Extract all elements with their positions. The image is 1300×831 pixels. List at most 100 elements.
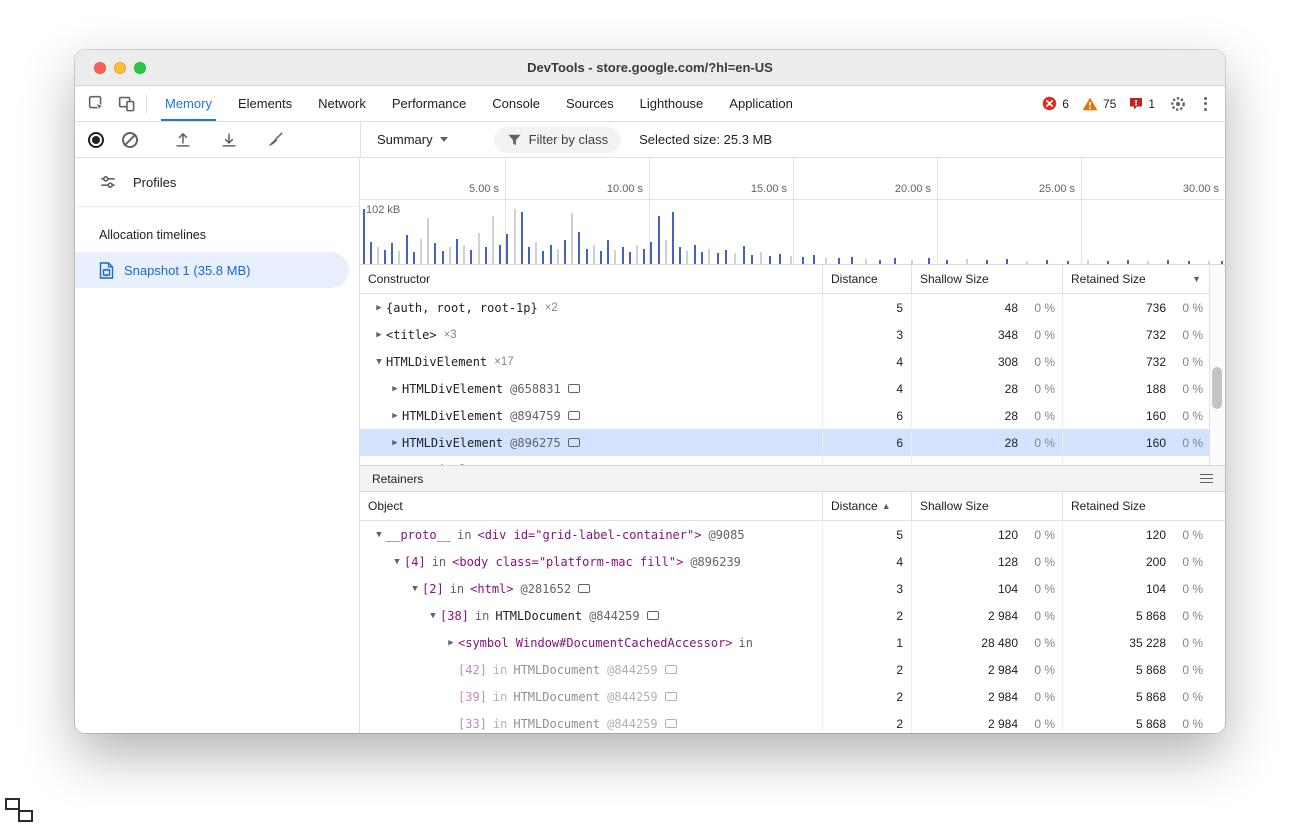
column-header-shallow-size[interactable]: Shallow Size — [911, 492, 1062, 520]
constructor-cell: ▶{auth, root, root-1p}×2 — [360, 294, 822, 321]
expanded-arrow-icon[interactable]: ▼ — [372, 357, 386, 367]
tab-performance[interactable]: Performance — [379, 86, 479, 121]
retainers-menu-button[interactable] — [1200, 474, 1213, 484]
reveal-icon[interactable] — [568, 411, 580, 420]
timeline-bar — [1087, 260, 1089, 264]
issues-counter[interactable]: 1 — [1124, 97, 1160, 111]
retainer-row[interactable]: ▼[2]in<html>@28165231040 %1040 % — [360, 575, 1210, 602]
collapsed-arrow-icon[interactable]: ▶ — [372, 330, 386, 340]
column-header-shallow-size[interactable]: Shallow Size — [911, 265, 1062, 293]
object-id: @896239 — [690, 555, 741, 569]
constructor-row[interactable]: ▶{auth, root, root-1p}×25480 %7360 % — [360, 294, 1210, 321]
retainer-row[interactable]: [42]inHTMLDocument@84425922 9840 %5 8680… — [360, 656, 1210, 683]
constructor-row[interactable]: ▼HTMLDivElement×1743080 %7320 % — [360, 348, 1210, 375]
expanded-arrow-icon[interactable]: ▼ — [408, 584, 422, 594]
class-filter-input[interactable]: Filter by class — [494, 127, 621, 153]
constructor-row[interactable]: ▶HTMLDivElement — [360, 456, 1210, 465]
distance-cell: 2 — [822, 656, 911, 683]
timeline-bar — [1167, 260, 1169, 264]
timeline-bar — [751, 255, 753, 264]
retainer-row[interactable]: ▶<symbol Window#DocumentCachedAccessor>i… — [360, 629, 1210, 656]
object-cell: ▼[38]inHTMLDocument@844259 — [360, 602, 822, 629]
titlebar[interactable]: DevTools - store.google.com/?hl=en-US — [75, 50, 1225, 86]
timeline[interactable]: 5.00 s10.00 s15.00 s20.00 s25.00 s30.00 … — [360, 158, 1225, 265]
timeline-bar — [672, 212, 674, 264]
retainer-row[interactable]: [33]inHTMLDocument@84425922 9840 %5 8680… — [360, 710, 1210, 733]
timeline-bar — [779, 254, 781, 264]
collapsed-arrow-icon[interactable]: ▶ — [388, 384, 402, 394]
constructor-row[interactable]: ▶<title>×333480 %7320 % — [360, 321, 1210, 348]
save-profile-button[interactable] — [214, 131, 244, 149]
column-header-retained-size[interactable]: Retained Size▼ — [1062, 265, 1210, 293]
retainer-row[interactable]: ▼[38]inHTMLDocument@84425922 9840 %5 868… — [360, 602, 1210, 629]
tab-application[interactable]: Application — [716, 86, 806, 121]
timeline-bar — [420, 239, 422, 264]
inspect-element-button[interactable] — [81, 86, 111, 121]
timeline-tick-label: 15.00 s — [751, 183, 793, 195]
reveal-icon[interactable] — [568, 438, 580, 447]
load-profile-button[interactable] — [168, 131, 198, 149]
collapsed-arrow-icon[interactable]: ▶ — [388, 438, 402, 448]
distance-cell: 2 — [822, 602, 911, 629]
tab-console[interactable]: Console — [479, 86, 553, 121]
collapsed-arrow-icon[interactable]: ▶ — [388, 411, 402, 421]
perspective-select[interactable]: Summary — [371, 132, 454, 147]
retained-size-cell: 5 8680 % — [1062, 710, 1210, 733]
instance-count: ×2 — [545, 302, 558, 314]
column-header-object[interactable]: Object — [360, 492, 822, 520]
timeline-bar — [1067, 261, 1069, 264]
distance-cell: 5 — [822, 294, 911, 321]
column-header-distance[interactable]: Distance — [822, 265, 911, 293]
timeline-bar — [1147, 261, 1149, 264]
retainer-row[interactable]: [39]inHTMLDocument@84425922 9840 %5 8680… — [360, 683, 1210, 710]
tab-memory[interactable]: Memory — [152, 86, 225, 121]
timeline-bar — [734, 253, 736, 264]
expanded-arrow-icon[interactable]: ▼ — [390, 557, 404, 567]
tab-sources[interactable]: Sources — [553, 86, 627, 121]
tab-network[interactable]: Network — [305, 86, 379, 121]
reveal-icon[interactable] — [647, 611, 659, 620]
retainer-row[interactable]: ▼__proto__in<div id="grid-label-containe… — [360, 521, 1210, 548]
reveal-icon[interactable] — [578, 584, 590, 593]
reveal-icon[interactable] — [665, 719, 677, 728]
constructor-row[interactable]: ▶HTMLDivElement@8962756280 %1600 % — [360, 429, 1210, 456]
settings-button[interactable] — [1163, 95, 1193, 113]
constructor-row[interactable]: ▶HTMLDivElement@6588314280 %1880 % — [360, 375, 1210, 402]
constructor-rows: ▶{auth, root, root-1p}×25480 %7360 %▶<ti… — [360, 294, 1210, 465]
retainer-row[interactable]: ▼[4]in<body class="platform-mac fill">@8… — [360, 548, 1210, 575]
warning-counter[interactable]: 75 — [1077, 97, 1121, 111]
collect-garbage-button[interactable] — [260, 131, 290, 149]
reveal-icon[interactable] — [665, 692, 677, 701]
profiles-header[interactable]: Profiles — [75, 158, 359, 207]
retainers-section: Retainers Object Distance▲ Shallow Size … — [360, 465, 1225, 733]
column-header-constructor[interactable]: Constructor — [360, 265, 822, 293]
timeline-bar — [946, 260, 948, 264]
record-heap-button[interactable] — [88, 132, 104, 148]
tab-elements[interactable]: Elements — [225, 86, 305, 121]
device-toolbar-button[interactable] — [111, 86, 141, 121]
reveal-icon[interactable] — [568, 384, 580, 393]
expanded-arrow-icon[interactable]: ▼ — [372, 530, 386, 540]
more-options-button[interactable] — [1196, 97, 1215, 111]
snapshot-item[interactable]: Snapshot 1 (35.8 MB) — [75, 252, 349, 288]
scrollbar-track[interactable] — [1209, 265, 1225, 465]
zoom-window-button[interactable] — [134, 62, 146, 74]
column-header-distance[interactable]: Distance▲ — [822, 492, 911, 520]
close-window-button[interactable] — [94, 62, 106, 74]
timeline-bar — [665, 240, 667, 264]
node-name: HTMLDocument — [495, 609, 582, 623]
tab-lighthouse[interactable]: Lighthouse — [627, 86, 717, 121]
clear-profiles-button[interactable] — [122, 132, 138, 148]
scrollbar-thumb[interactable] — [1212, 367, 1222, 409]
reveal-icon[interactable] — [665, 665, 677, 674]
constructor-row[interactable]: ▶HTMLDivElement@8947596280 %1600 % — [360, 402, 1210, 429]
window-controls — [94, 62, 146, 74]
collapsed-arrow-icon[interactable]: ▶ — [444, 638, 458, 648]
minimize-window-button[interactable] — [114, 62, 126, 74]
expanded-arrow-icon[interactable]: ▼ — [426, 611, 440, 621]
error-counter[interactable]: 6 — [1037, 96, 1074, 111]
timeline-bar — [506, 234, 508, 264]
collapsed-arrow-icon[interactable]: ▶ — [372, 303, 386, 313]
timeline-bar — [557, 249, 559, 264]
column-header-retained-size[interactable]: Retained Size — [1062, 492, 1210, 520]
